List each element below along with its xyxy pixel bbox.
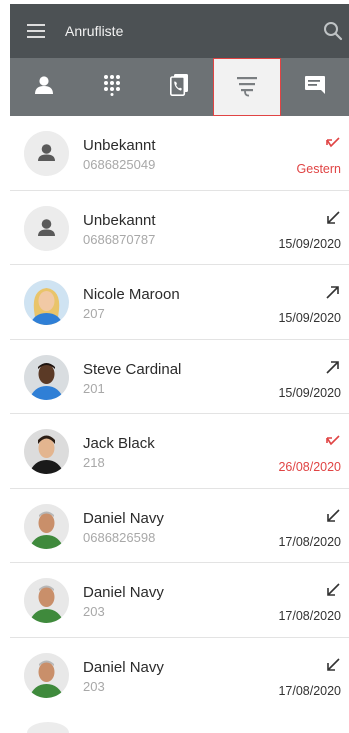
outgoing-call-icon	[326, 285, 340, 299]
tab-bar	[10, 58, 349, 116]
caller-number: 203	[83, 604, 105, 619]
call-date: 15/09/2020	[278, 311, 341, 325]
caller-number: 0686825049	[83, 157, 156, 172]
caller-name: Unbekannt	[83, 137, 156, 154]
hamburger-menu-icon[interactable]	[14, 4, 58, 58]
contact-icon	[34, 75, 54, 99]
caller-number: 201	[83, 380, 105, 396]
tab-phonebook[interactable]	[146, 58, 214, 116]
avatar	[24, 429, 69, 474]
incoming-call-icon	[326, 210, 340, 225]
caller-number: 207	[83, 306, 105, 321]
chat-icon	[304, 75, 326, 100]
call-row[interactable]: Unbekannt 0686870787 15/09/2020	[10, 191, 349, 265]
caller-number: 0686870787	[83, 231, 156, 247]
call-date: 15/09/2020	[278, 385, 341, 400]
dialpad-icon	[103, 74, 121, 101]
missed-call-icon	[326, 136, 340, 150]
call-list: Unbekannt 0686825049 Gestern Unbekannt 0…	[10, 116, 349, 712]
call-date: 17/08/2020	[278, 609, 341, 623]
call-date: 26/08/2020	[278, 460, 341, 474]
tab-call-history[interactable]	[213, 58, 282, 116]
avatar	[24, 280, 69, 325]
incoming-call-icon	[326, 583, 340, 597]
missed-call-icon	[326, 434, 340, 448]
caller-number: 218	[83, 455, 105, 470]
avatar	[27, 722, 69, 733]
search-icon[interactable]	[323, 21, 343, 41]
avatar	[24, 131, 69, 176]
avatar	[24, 578, 69, 623]
outgoing-call-icon	[326, 360, 340, 374]
caller-name: Jack Black	[83, 435, 155, 452]
call-history-icon	[236, 73, 258, 102]
tab-dialpad[interactable]	[78, 58, 146, 116]
avatar	[24, 205, 69, 251]
call-log-screen: Anrufliste Unbekannt 0686825049 Gestern …	[0, 0, 349, 733]
avatar	[24, 354, 69, 400]
app-header: Anrufliste	[10, 4, 349, 58]
call-row[interactable]: Daniel Navy 203 17/08/2020	[10, 563, 349, 638]
call-row[interactable]: Daniel Navy 0686826598 17/08/2020	[10, 489, 349, 563]
call-row[interactable]: Jack Black 218 26/08/2020	[10, 414, 349, 489]
avatar	[24, 503, 69, 549]
caller-name: Daniel Navy	[83, 658, 164, 676]
avatar	[24, 652, 69, 698]
incoming-call-icon	[326, 508, 340, 523]
caller-name: Daniel Navy	[83, 584, 164, 601]
call-row[interactable]: Nicole Maroon 207 15/09/2020	[10, 265, 349, 340]
caller-name: Daniel Navy	[83, 509, 164, 527]
caller-name: Nicole Maroon	[83, 286, 180, 303]
call-date: 15/09/2020	[278, 236, 341, 251]
phonebook-icon	[170, 73, 189, 101]
call-row[interactable]: Steve Cardinal 201 15/09/2020	[10, 340, 349, 414]
caller-name: Unbekannt	[83, 211, 156, 229]
page-title: Anrufliste	[65, 23, 124, 39]
call-row[interactable]: Unbekannt 0686825049 Gestern	[10, 116, 349, 191]
caller-number: 203	[83, 678, 105, 694]
caller-name: Steve Cardinal	[83, 360, 182, 378]
caller-number: 0686826598	[83, 529, 156, 545]
incoming-call-icon	[326, 657, 340, 672]
call-row[interactable]: Daniel Navy 203 17/08/2020	[10, 638, 349, 713]
call-date: Gestern	[296, 162, 341, 176]
call-date: 17/08/2020	[278, 534, 341, 549]
tab-chat[interactable]	[281, 58, 349, 116]
tab-contacts[interactable]	[10, 58, 78, 116]
call-date: 17/08/2020	[278, 683, 341, 698]
